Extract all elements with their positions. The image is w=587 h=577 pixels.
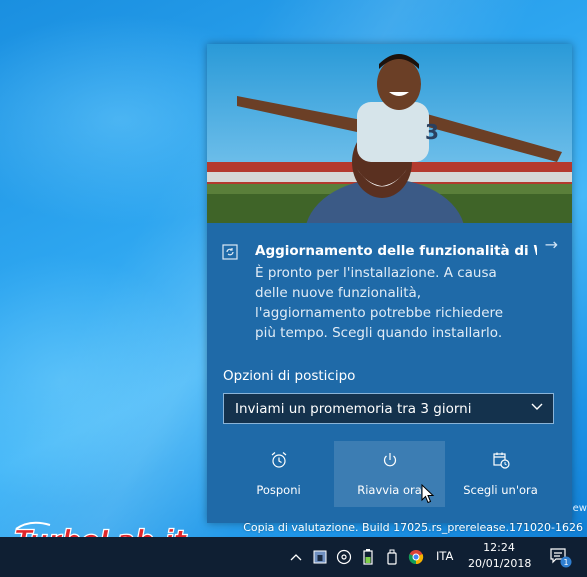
desktop-side-text: ew: [572, 503, 587, 514]
cd-icon: [336, 549, 352, 565]
toast-description: È pronto per l'installazione. A causa de…: [255, 265, 504, 341]
tray-chrome[interactable]: [406, 537, 426, 577]
keepass-icon: [313, 550, 327, 564]
tray-usb[interactable]: [382, 537, 402, 577]
toast-title: Aggiornamento delle funzionalità di Wind…: [255, 243, 537, 259]
calendar-clock-icon: [493, 452, 510, 469]
notification-count: 1: [563, 558, 568, 567]
snooze-select[interactable]: Inviami un promemoria tra 3 giorni: [223, 393, 554, 424]
alarm-clock-icon: [271, 452, 287, 468]
notification-icon: 1: [550, 548, 572, 568]
update-toast[interactable]: 3 → Aggiornamento delle funzionalità di …: [207, 44, 572, 523]
chevron-down-icon: [531, 403, 543, 410]
tray-keepass[interactable]: [310, 537, 330, 577]
expand-arrow-icon[interactable]: →: [545, 235, 558, 254]
choose-time-button[interactable]: Scegli un'ora: [445, 441, 556, 507]
clock-time: 12:24: [483, 541, 515, 554]
action-center-button[interactable]: 1: [540, 537, 580, 577]
chevron-up-icon: [290, 554, 302, 561]
taskbar-clock[interactable]: 12:24 20/01/2018: [468, 540, 532, 572]
power-icon: [383, 453, 397, 467]
clock-date: 20/01/2018: [468, 557, 532, 570]
mouse-cursor-icon: [421, 484, 435, 504]
input-language[interactable]: ITA: [436, 549, 453, 563]
hero-image: 3: [207, 44, 572, 223]
windows-update-icon: [221, 243, 239, 261]
evaluation-watermark: Copia di valutazione. Build 17025.rs_pre…: [243, 521, 583, 534]
svg-text:3: 3: [425, 120, 439, 144]
snooze-select-value: Inviami un promemoria tra 3 giorni: [235, 400, 472, 417]
battery-icon: [363, 549, 373, 565]
tray-battery[interactable]: [358, 537, 378, 577]
chrome-icon: [408, 550, 424, 565]
snooze-button-label: Posponi: [256, 483, 301, 497]
snooze-options-label: Opzioni di posticipo: [223, 368, 356, 384]
show-hidden-icons-button[interactable]: [287, 537, 305, 577]
taskbar: ITA 12:24 20/01/2018 1: [0, 537, 587, 577]
toast-body: → Aggiornamento delle funzionalità di Wi…: [207, 223, 572, 523]
toast-actions: Posponi Riavvia ora Scegli un'ora: [223, 441, 556, 507]
choose-time-button-label: Scegli un'ora: [463, 483, 538, 497]
tray-cd[interactable]: [334, 537, 354, 577]
snooze-button[interactable]: Posponi: [223, 441, 334, 507]
usb-icon: [387, 549, 397, 565]
